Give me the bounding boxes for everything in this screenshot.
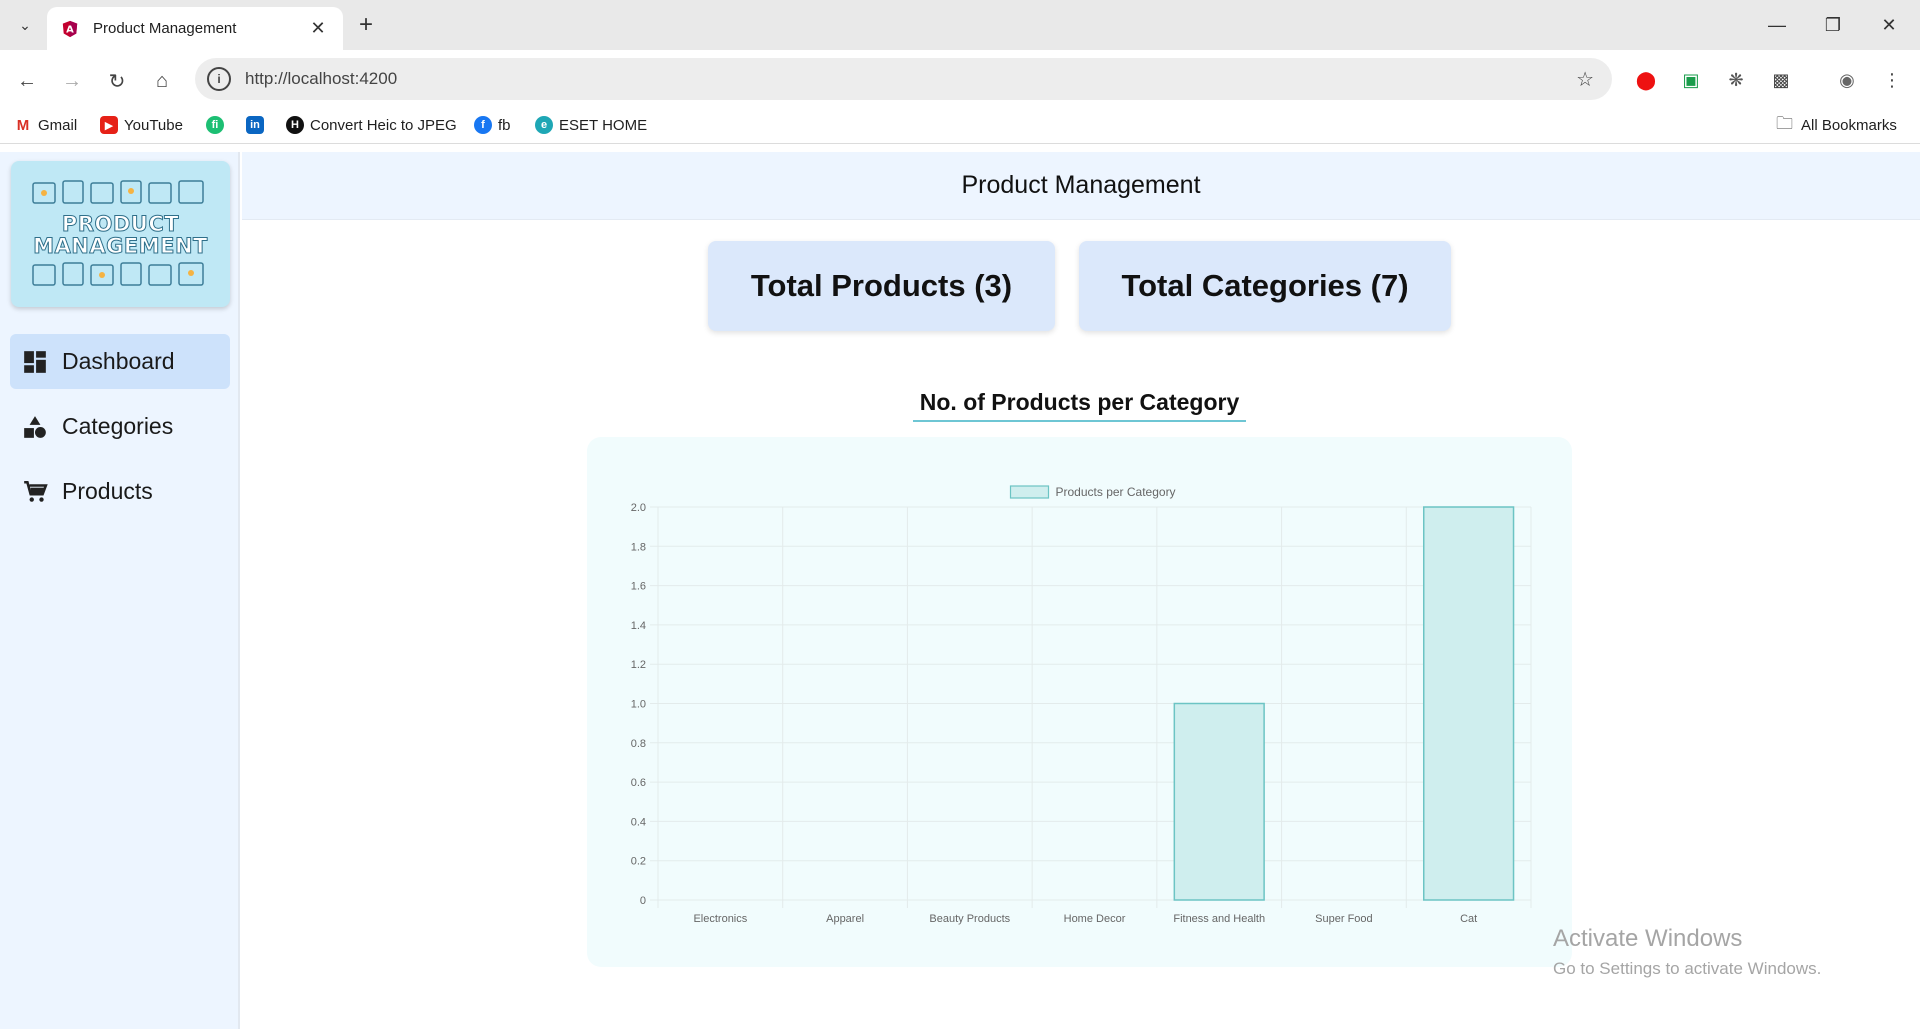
watermark-line2: Go to Settings to activate Windows.	[1553, 959, 1822, 978]
heic-icon: H	[286, 116, 304, 134]
profile-avatar[interactable]: ◉	[1832, 65, 1862, 95]
all-bookmarks-label: All Bookmarks	[1801, 116, 1897, 134]
tab-search-chevron-icon[interactable]: ⌄	[12, 12, 38, 38]
y-tick-label: 0.4	[631, 816, 646, 828]
bookmark-label: ESET HOME	[559, 116, 648, 134]
products-per-category-chart: 0 0.2 0.4 0.6 0.8 1.0 1.2 1.4 1.6 1.8 2.0 Electroni…	[631, 485, 1532, 925]
svg-text:A: A	[66, 24, 74, 35]
sidebar-item-label: Dashboard	[62, 348, 175, 374]
cart-icon	[24, 480, 48, 502]
y-tick-label: 2.0	[631, 502, 646, 514]
bookmark-label: YouTube	[124, 116, 183, 134]
bookmark-label: Convert Heic to JPEG	[310, 116, 457, 134]
bookmark-fb[interactable]: f fb	[474, 114, 511, 136]
y-tick-label: 1.0	[631, 699, 646, 711]
y-tick-label: 1.4	[631, 620, 646, 632]
address-bar[interactable]: i http://localhost:4200 ☆	[195, 58, 1612, 100]
site-info-icon[interactable]: i	[207, 67, 231, 91]
x-tick-label: Super Food	[1315, 913, 1372, 925]
folder-icon: 🗀	[1776, 113, 1793, 133]
x-tick-label: Beauty Products	[929, 913, 1010, 925]
eset-icon: e	[535, 116, 553, 134]
x-tick-label: Fitness and Health	[1173, 913, 1265, 925]
reload-icon[interactable]: ↻	[100, 64, 134, 98]
total-categories-card: Total Categories (7)	[1079, 241, 1451, 331]
bookmark-heic[interactable]: H Convert Heic to JPEG	[286, 114, 457, 136]
browser-menu-icon[interactable]: ⋮	[1877, 65, 1907, 95]
url-text[interactable]: http://localhost:4200	[245, 69, 1576, 89]
x-tick-label: Electronics	[693, 913, 747, 925]
youtube-icon: ▶	[100, 116, 118, 134]
close-window-icon[interactable]: ✕	[1861, 8, 1917, 42]
new-tab-button[interactable]: +	[350, 9, 382, 41]
home-icon[interactable]: ⌂	[145, 64, 179, 98]
extensions-puzzle-icon[interactable]: ▩	[1766, 65, 1796, 95]
logo-text: PRODUCT MANAGEMENT	[33, 212, 208, 258]
angular-favicon-icon: A	[62, 20, 78, 37]
chart-title-underline	[913, 420, 1246, 422]
y-tick-label: 0.6	[631, 777, 646, 789]
bookmark-gmail[interactable]: M Gmail	[14, 114, 77, 136]
tab-title: Product Management	[93, 20, 237, 37]
sidebar-item-label: Products	[62, 478, 153, 504]
all-bookmarks[interactable]: 🗀 All Bookmarks	[1776, 114, 1897, 136]
bookmark-eset[interactable]: e ESET HOME	[535, 114, 647, 136]
y-tick-label: 1.8	[631, 541, 646, 553]
sidebar-item-products[interactable]: Products	[10, 464, 230, 519]
bug-extension-icon[interactable]: ❋	[1721, 65, 1751, 95]
windows-activation-watermark: Activate Windows Go to Settings to activ…	[1553, 925, 1821, 979]
tab-close-icon[interactable]: ✕	[307, 18, 329, 39]
watermark-line1: Activate Windows	[1553, 925, 1743, 952]
fiverr-icon: fi	[206, 116, 224, 134]
total-products-card: Total Products (3)	[708, 241, 1055, 331]
page-header: Product Management	[242, 152, 1920, 220]
sidebar-item-label: Categories	[62, 413, 174, 439]
y-tick-label: 1.2	[631, 659, 646, 671]
x-tick-label: Apparel	[826, 913, 864, 925]
y-tick-label: 0.8	[631, 738, 646, 750]
chart-section-title: No. of Products per Category	[919, 389, 1240, 415]
restore-icon[interactable]: ❐	[1805, 8, 1861, 42]
page-title: Product Management	[961, 171, 1201, 199]
x-tick-label: Home Decor	[1064, 913, 1126, 925]
back-icon[interactable]: ←	[10, 64, 44, 98]
bookmark-youtube[interactable]: ▶ YouTube	[100, 114, 183, 136]
facebook-icon: f	[474, 116, 492, 134]
bookmark-star-icon[interactable]: ☆	[1576, 67, 1594, 92]
bookmark-linkedin[interactable]: in	[246, 114, 270, 136]
y-tick-label: 0.2	[631, 856, 646, 868]
bar-cat	[1422, 506, 1515, 901]
screen-recorder-extension-icon[interactable]: ▣	[1676, 65, 1706, 95]
minimize-icon[interactable]: —	[1749, 8, 1805, 42]
dashboard-icon	[24, 350, 46, 373]
linkedin-icon: in	[246, 116, 264, 134]
y-tick-label: 0	[640, 895, 646, 907]
y-tick-label: 1.6	[631, 581, 646, 593]
bookmark-label: Gmail	[38, 116, 78, 134]
legend-swatch	[1009, 485, 1050, 499]
bookmark-label: fb	[498, 116, 511, 134]
categories-icon	[24, 415, 46, 438]
bookmark-fiverr[interactable]: fi	[206, 114, 230, 136]
product-management-logo: PRODUCT MANAGEMENT	[11, 161, 230, 307]
legend-label: Products per Category	[1056, 485, 1176, 499]
x-tick-label: Cat	[1460, 913, 1477, 925]
sidebar-item-categories[interactable]: Categories	[10, 399, 230, 454]
sidebar-item-dashboard[interactable]: Dashboard	[10, 334, 230, 389]
bar-fitness-and-health	[1173, 702, 1265, 901]
gmail-icon: M	[14, 116, 32, 134]
browser-tab[interactable]: A Product Management ✕	[47, 7, 343, 50]
forward-icon[interactable]: →	[55, 64, 89, 98]
opera-extension-icon[interactable]: ⬤	[1631, 65, 1661, 95]
